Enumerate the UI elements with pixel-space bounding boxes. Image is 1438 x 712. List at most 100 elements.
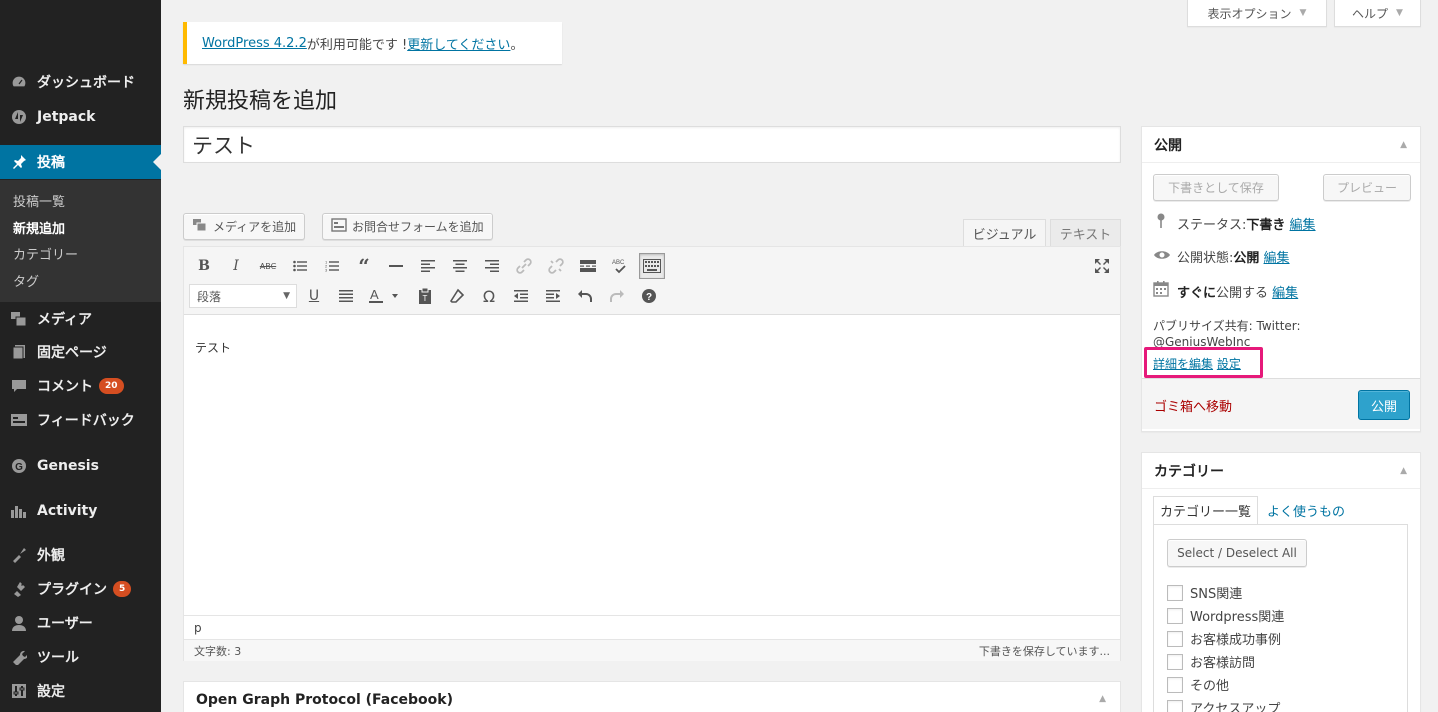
category-item[interactable]: SNS関連 xyxy=(1167,583,1242,602)
insert-link-icon[interactable] xyxy=(511,253,537,279)
menu-item-tools[interactable]: ツール xyxy=(0,640,161,674)
italic-icon[interactable]: I xyxy=(223,253,249,279)
clear-formatting-icon[interactable] xyxy=(444,283,470,309)
numbered-list-icon[interactable]: 123 xyxy=(319,253,345,279)
menu-item-genesis[interactable]: G Genesis xyxy=(0,449,161,483)
category-checkbox[interactable] xyxy=(1167,676,1183,693)
genesis-icon: G xyxy=(9,456,29,476)
svg-text:3: 3 xyxy=(325,268,328,273)
categories-box-title[interactable]: カテゴリー xyxy=(1142,453,1420,489)
help-icon[interactable]: ? xyxy=(636,283,662,309)
publish-button[interactable]: 公開 xyxy=(1358,390,1410,420)
spellcheck-icon[interactable]: ABC xyxy=(607,253,633,279)
menu-item-settings[interactable]: 設定 xyxy=(0,674,161,708)
tab-text[interactable]: テキスト xyxy=(1050,219,1121,246)
tab-visual[interactable]: ビジュアル xyxy=(963,219,1046,247)
category-item[interactable]: その他 xyxy=(1167,675,1229,694)
special-character-icon[interactable]: Ω xyxy=(476,283,502,309)
menu-item-plugins[interactable]: プラグイン 5 xyxy=(0,572,161,606)
horizontal-line-icon[interactable] xyxy=(383,253,409,279)
justify-icon[interactable] xyxy=(333,283,359,309)
wordpress-version-link[interactable]: WordPress 4.2.2 xyxy=(202,36,307,51)
edit-visibility-link[interactable]: 編集 xyxy=(1264,247,1290,266)
bullet-list-icon[interactable] xyxy=(287,253,313,279)
menu-item-jetpack[interactable]: Jetpack xyxy=(0,100,161,134)
update-now-link[interactable]: 更新してください xyxy=(407,34,510,53)
tab-most-used[interactable]: よく使うもの xyxy=(1267,496,1345,524)
submenu-tags[interactable]: タグ xyxy=(13,271,39,290)
fullscreen-icon[interactable] xyxy=(1089,253,1115,279)
menu-item-activity[interactable]: Activity xyxy=(0,494,161,528)
unlink-icon[interactable] xyxy=(543,253,569,279)
editor-content[interactable]: テスト xyxy=(195,339,231,356)
read-more-icon[interactable] xyxy=(575,253,601,279)
menu-item-appearance[interactable]: 外観 xyxy=(0,538,161,572)
tab-all-categories[interactable]: カテゴリー一覧 xyxy=(1153,496,1259,524)
paste-text-icon[interactable]: T xyxy=(412,283,438,309)
blockquote-icon[interactable]: “ xyxy=(351,253,377,279)
align-right-icon[interactable] xyxy=(479,253,505,279)
bold-icon[interactable]: B xyxy=(191,253,217,279)
menu-label: 外観 xyxy=(37,548,65,564)
menu-item-feedback[interactable]: フィードバック xyxy=(0,403,161,437)
toolbar-toggle-icon[interactable] xyxy=(639,253,665,279)
collapse-toggle-icon[interactable]: ▲ xyxy=(1400,466,1407,476)
menu-item-pages[interactable]: 固定ページ xyxy=(0,335,161,369)
collapse-toggle-icon[interactable]: ▲ xyxy=(1099,694,1106,704)
category-label: お客様成功事例 xyxy=(1190,633,1282,648)
category-checkbox[interactable] xyxy=(1167,630,1183,647)
category-checkbox[interactable] xyxy=(1167,653,1183,670)
schedule-row: すぐに 公開する 編集 xyxy=(1153,281,1298,301)
undo-icon[interactable] xyxy=(572,283,598,309)
publish-title-label: 公開 xyxy=(1154,137,1182,154)
screen-options-tab[interactable]: 表示オプション ▼ xyxy=(1187,0,1327,27)
post-title-input[interactable]: テスト xyxy=(183,126,1121,163)
category-item[interactable]: お客様訪問 xyxy=(1167,652,1255,671)
svg-text:G: G xyxy=(15,462,23,473)
publish-metabox: 公開 ▲ 下書きとして保存 プレビュー ステータス: 下書き 編集 公開状態: … xyxy=(1141,126,1421,432)
menu-label: 投稿 xyxy=(37,155,65,171)
menu-item-posts[interactable]: 投稿 xyxy=(0,145,161,179)
menu-item-dashboard[interactable]: ダッシュボード xyxy=(0,65,161,99)
strikethrough-icon[interactable]: ABC xyxy=(255,253,281,279)
visibility-row: 公開状態: 公開 編集 xyxy=(1153,247,1290,266)
appearance-icon xyxy=(9,545,29,565)
category-item[interactable]: アクセスアップ xyxy=(1167,698,1280,712)
align-left-icon[interactable] xyxy=(415,253,441,279)
underline-icon[interactable]: U xyxy=(301,283,327,309)
metabox-title[interactable]: Open Graph Protocol (Facebook) xyxy=(196,692,453,708)
preview-button[interactable]: プレビュー xyxy=(1323,174,1411,201)
category-checkbox[interactable] xyxy=(1167,584,1183,601)
submenu-add-new[interactable]: 新規追加 xyxy=(13,218,65,237)
visibility-label: 公開状態: xyxy=(1177,251,1234,266)
text-color-icon[interactable]: A xyxy=(365,283,405,309)
visibility-value: 公開 xyxy=(1233,251,1260,266)
edit-status-link[interactable]: 編集 xyxy=(1290,214,1316,233)
edit-schedule-link[interactable]: 編集 xyxy=(1272,282,1298,301)
menu-item-comments[interactable]: コメント 20 xyxy=(0,369,161,403)
menu-item-users[interactable]: ユーザー xyxy=(0,606,161,640)
submenu-categories[interactable]: カテゴリー xyxy=(13,244,78,263)
add-media-label: メディアを追加 xyxy=(213,220,297,234)
category-item[interactable]: お客様成功事例 xyxy=(1167,629,1281,648)
help-tab[interactable]: ヘルプ ▼ xyxy=(1334,0,1421,27)
add-contact-form-button[interactable]: お問合せフォームを追加 xyxy=(322,213,493,240)
category-item[interactable]: Wordpress関連 xyxy=(1167,606,1284,625)
category-checkbox[interactable] xyxy=(1167,607,1183,624)
indent-icon[interactable] xyxy=(540,283,566,309)
align-center-icon[interactable] xyxy=(447,253,473,279)
comment-count-badge: 20 xyxy=(99,378,124,394)
move-to-trash-link[interactable]: ゴミ箱へ移動 xyxy=(1154,396,1232,415)
format-select[interactable]: 段落 ▼ xyxy=(189,284,297,308)
collapse-toggle-icon[interactable]: ▲ xyxy=(1400,140,1407,150)
menu-item-media[interactable]: メディア xyxy=(0,302,161,336)
category-checkbox[interactable] xyxy=(1167,699,1183,712)
save-draft-button[interactable]: 下書きとして保存 xyxy=(1153,174,1279,201)
add-media-button[interactable]: メディアを追加 xyxy=(183,213,306,240)
redo-icon[interactable] xyxy=(604,283,630,309)
caret-down-icon: ▼ xyxy=(283,291,290,301)
publish-box-title[interactable]: 公開 xyxy=(1142,127,1420,163)
outdent-icon[interactable] xyxy=(508,283,534,309)
submenu-all-posts[interactable]: 投稿一覧 xyxy=(13,191,65,210)
select-deselect-all-button[interactable]: Select / Deselect All xyxy=(1167,539,1307,567)
